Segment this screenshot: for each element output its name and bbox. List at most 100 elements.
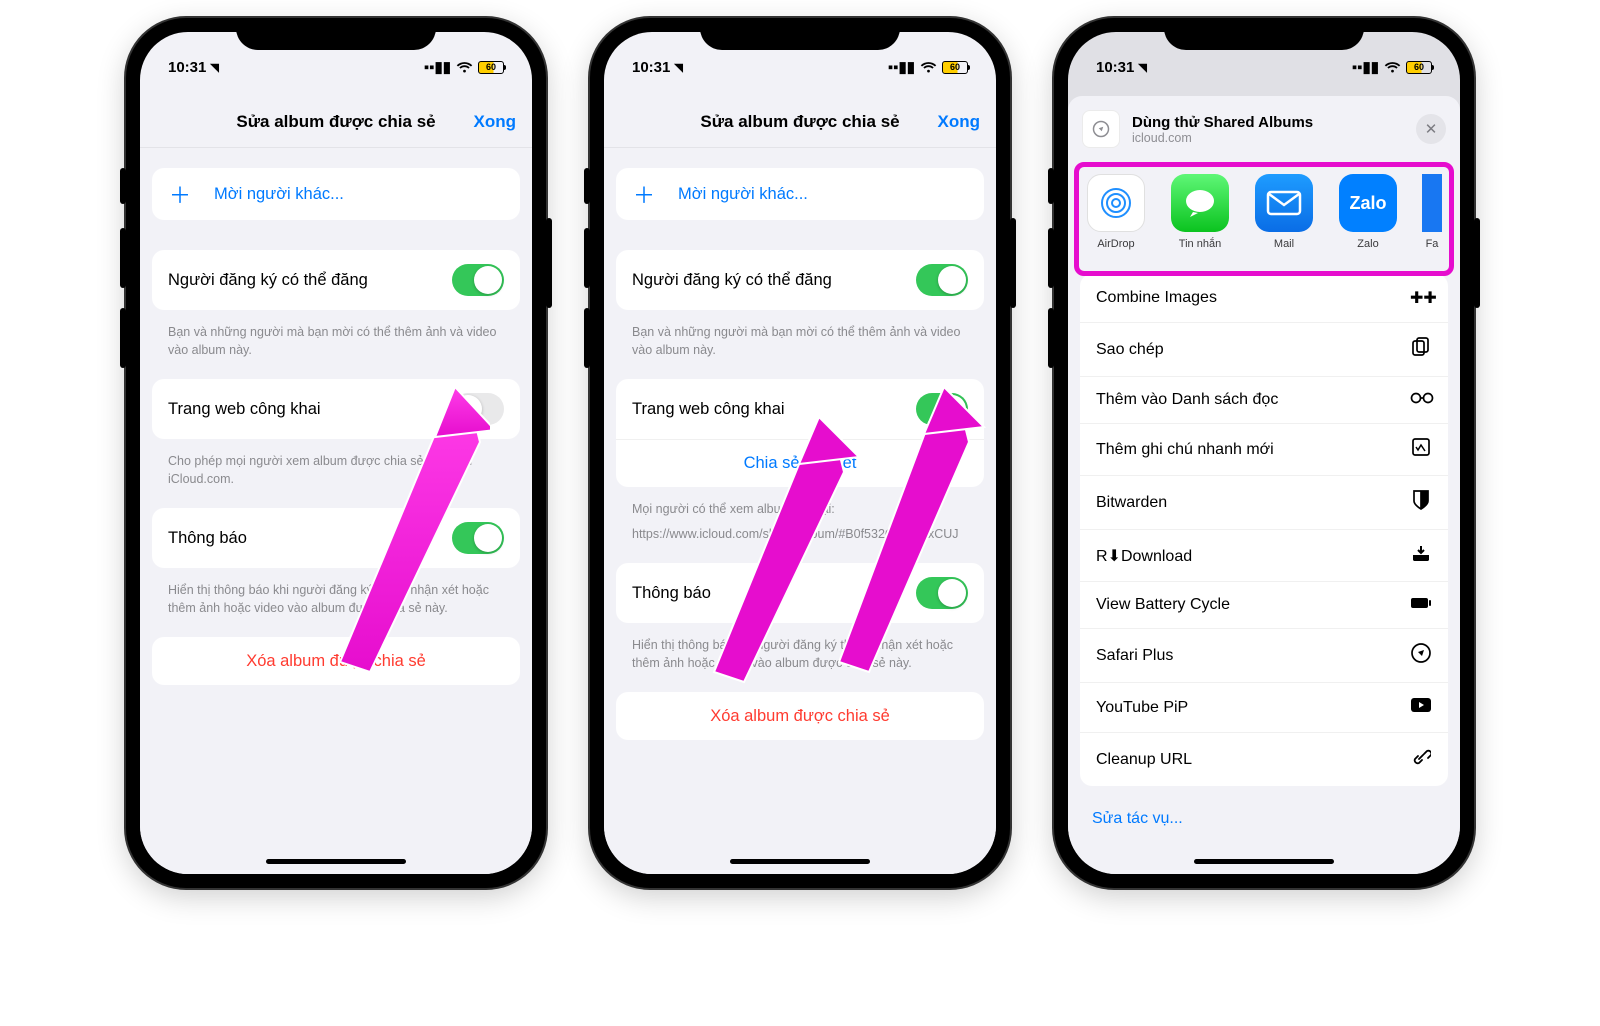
share-subtitle: icloud.com	[1132, 131, 1404, 145]
notifications-toggle[interactable]	[916, 577, 968, 609]
wifi-icon	[1384, 61, 1401, 73]
invite-label: Mời người khác...	[214, 185, 344, 204]
notifications-row: Thông báo	[616, 563, 984, 623]
cellular-icon: ▪▪▮▮	[1352, 58, 1379, 76]
shield-icon	[1410, 490, 1432, 515]
action-youtube-pip[interactable]: YouTube PiP	[1080, 682, 1448, 732]
share-app-messages[interactable]: Tin nhắn	[1170, 174, 1230, 250]
status-time: 10:31	[632, 59, 670, 76]
share-sheet: Dùng thử Shared Albums icloud.com ✕ AirD…	[1068, 96, 1460, 874]
phone-1: 10:31 ◥ ▪▪▮▮ 60 Sửa album được chia sẻ X…	[126, 18, 546, 888]
mail-icon	[1255, 174, 1313, 232]
share-app-airdrop[interactable]: AirDrop	[1086, 174, 1146, 250]
edit-shared-album-modal: Sửa album được chia sẻ Xong ＋ Mời người …	[140, 96, 532, 874]
delete-album-button[interactable]: Xóa album được chia sẻ	[152, 637, 520, 685]
modal-header: Sửa album được chia sẻ Xong	[604, 96, 996, 148]
home-indicator[interactable]	[1194, 859, 1334, 864]
subscribers-post-row: Người đăng ký có thể đăng	[152, 250, 520, 310]
location-icon: ◥	[1138, 61, 1146, 74]
wifi-icon	[456, 61, 473, 73]
close-button[interactable]: ✕	[1416, 114, 1446, 144]
notifications-toggle[interactable]	[452, 522, 504, 554]
public-website-row: Trang web công khai	[616, 379, 984, 439]
subscribers-hint: Bạn và những người mà bạn mời có thể thê…	[616, 318, 984, 379]
invite-row[interactable]: ＋ Mời người khác...	[152, 168, 520, 220]
screen-2: 10:31 ◥ ▪▪▮▮ 60 Sửa album được chia sẻ X…	[604, 32, 996, 874]
share-app-zalo[interactable]: Zalo Zalo	[1338, 174, 1398, 250]
action-copy[interactable]: Sao chép	[1080, 322, 1448, 376]
action-battery-cycle[interactable]: View Battery Cycle	[1080, 581, 1448, 628]
subscribers-post-row: Người đăng ký có thể đăng	[616, 250, 984, 310]
action-combine-images[interactable]: Combine Images ✚✚	[1080, 274, 1448, 322]
facebook-icon	[1422, 174, 1442, 232]
public-website-toggle[interactable]	[452, 393, 504, 425]
action-reading-list[interactable]: Thêm vào Danh sách đọc	[1080, 376, 1448, 423]
notifications-label: Thông báo	[632, 584, 711, 603]
status-time: 10:31	[1096, 59, 1134, 76]
status-bar: 10:31 ◥ ▪▪▮▮ 60	[140, 32, 532, 80]
action-bitwarden[interactable]: Bitwarden	[1080, 475, 1448, 529]
note-icon	[1410, 438, 1432, 461]
public-website-row: Trang web công khai	[152, 379, 520, 439]
notifications-hint: Hiển thị thông báo khi người đăng ký thí…	[616, 631, 984, 692]
invite-label: Mời người khác...	[678, 185, 808, 204]
download-icon	[1410, 544, 1432, 567]
status-bar: 10:31 ◥ ▪▪▮▮ 60	[604, 32, 996, 80]
phone-3: 10:31 ◥ ▪▪▮▮ 60 Dùng thử Shared Albums i…	[1054, 18, 1474, 888]
phone-2: 10:31 ◥ ▪▪▮▮ 60 Sửa album được chia sẻ X…	[590, 18, 1010, 888]
action-rdownload[interactable]: R⬇Download	[1080, 529, 1448, 581]
link-icon	[1410, 747, 1432, 772]
battery-icon: 60	[1406, 61, 1432, 74]
copy-icon	[1410, 337, 1432, 362]
action-safari-plus[interactable]: Safari Plus	[1080, 628, 1448, 682]
messages-icon	[1171, 174, 1229, 232]
subscribers-post-label: Người đăng ký có thể đăng	[632, 271, 832, 290]
screen-3: 10:31 ◥ ▪▪▮▮ 60 Dùng thử Shared Albums i…	[1068, 32, 1460, 874]
youtube-icon	[1410, 697, 1432, 718]
delete-album-button[interactable]: Xóa album được chia sẻ	[616, 692, 984, 740]
action-quick-note[interactable]: Thêm ghi chú nhanh mới	[1080, 423, 1448, 475]
location-icon: ◥	[674, 61, 682, 74]
invite-card: ＋ Mời người khác...	[152, 168, 520, 220]
public-website-label: Trang web công khai	[168, 400, 321, 419]
home-indicator[interactable]	[730, 859, 870, 864]
share-apps-row: AirDrop Tin nhắn Mail Zalo Zalo	[1068, 162, 1460, 264]
home-indicator[interactable]	[266, 859, 406, 864]
battery-icon	[1410, 596, 1432, 614]
status-bar: 10:31 ◥ ▪▪▮▮ 60	[1068, 32, 1460, 80]
zalo-icon: Zalo	[1339, 174, 1397, 232]
done-button[interactable]: Xong	[938, 112, 981, 132]
modal-header: Sửa album được chia sẻ Xong	[140, 96, 532, 148]
status-time: 10:31	[168, 59, 206, 76]
airdrop-icon	[1087, 174, 1145, 232]
notifications-hint: Hiển thị thông báo khi người đăng ký thí…	[152, 576, 520, 637]
public-url: https://www.icloud.com/sharedalbum/#B0f5…	[616, 525, 984, 564]
share-actions-card: Combine Images ✚✚ Sao chép Thêm vào Danh…	[1080, 274, 1448, 786]
cellular-icon: ▪▪▮▮	[424, 58, 451, 76]
notifications-label: Thông báo	[168, 529, 247, 548]
subscribers-post-label: Người đăng ký có thể đăng	[168, 271, 368, 290]
plus-icon: ＋	[168, 182, 192, 206]
compass-icon	[1410, 643, 1432, 668]
plus-icon: ＋	[632, 182, 656, 206]
subscribers-hint: Bạn và những người mà bạn mời có thể thê…	[152, 318, 520, 379]
wifi-icon	[920, 61, 937, 73]
subscribers-post-toggle[interactable]	[452, 264, 504, 296]
battery-icon: 60	[942, 61, 968, 74]
modal-title: Sửa album được chia sẻ	[236, 112, 435, 132]
invite-row[interactable]: ＋ Mời người khác...	[616, 168, 984, 220]
edit-actions-button[interactable]: Sửa tác vụ...	[1068, 796, 1460, 842]
share-link-button[interactable]: Chia sẻ liên kết	[616, 439, 984, 487]
edit-shared-album-modal: Sửa album được chia sẻ Xong ＋ Mời người …	[604, 96, 996, 874]
share-app-mail[interactable]: Mail	[1254, 174, 1314, 250]
cellular-icon: ▪▪▮▮	[888, 58, 915, 76]
public-website-hint: Cho phép mọi người xem album được chia s…	[152, 447, 520, 508]
puzzle-icon: ✚✚	[1410, 288, 1432, 308]
public-website-toggle[interactable]	[916, 393, 968, 425]
done-button[interactable]: Xong	[474, 112, 517, 132]
share-app-facebook[interactable]: Fa	[1422, 174, 1442, 250]
battery-icon: 60	[478, 61, 504, 74]
share-thumbnail	[1082, 110, 1120, 148]
action-cleanup-url[interactable]: Cleanup URL	[1080, 732, 1448, 786]
subscribers-post-toggle[interactable]	[916, 264, 968, 296]
